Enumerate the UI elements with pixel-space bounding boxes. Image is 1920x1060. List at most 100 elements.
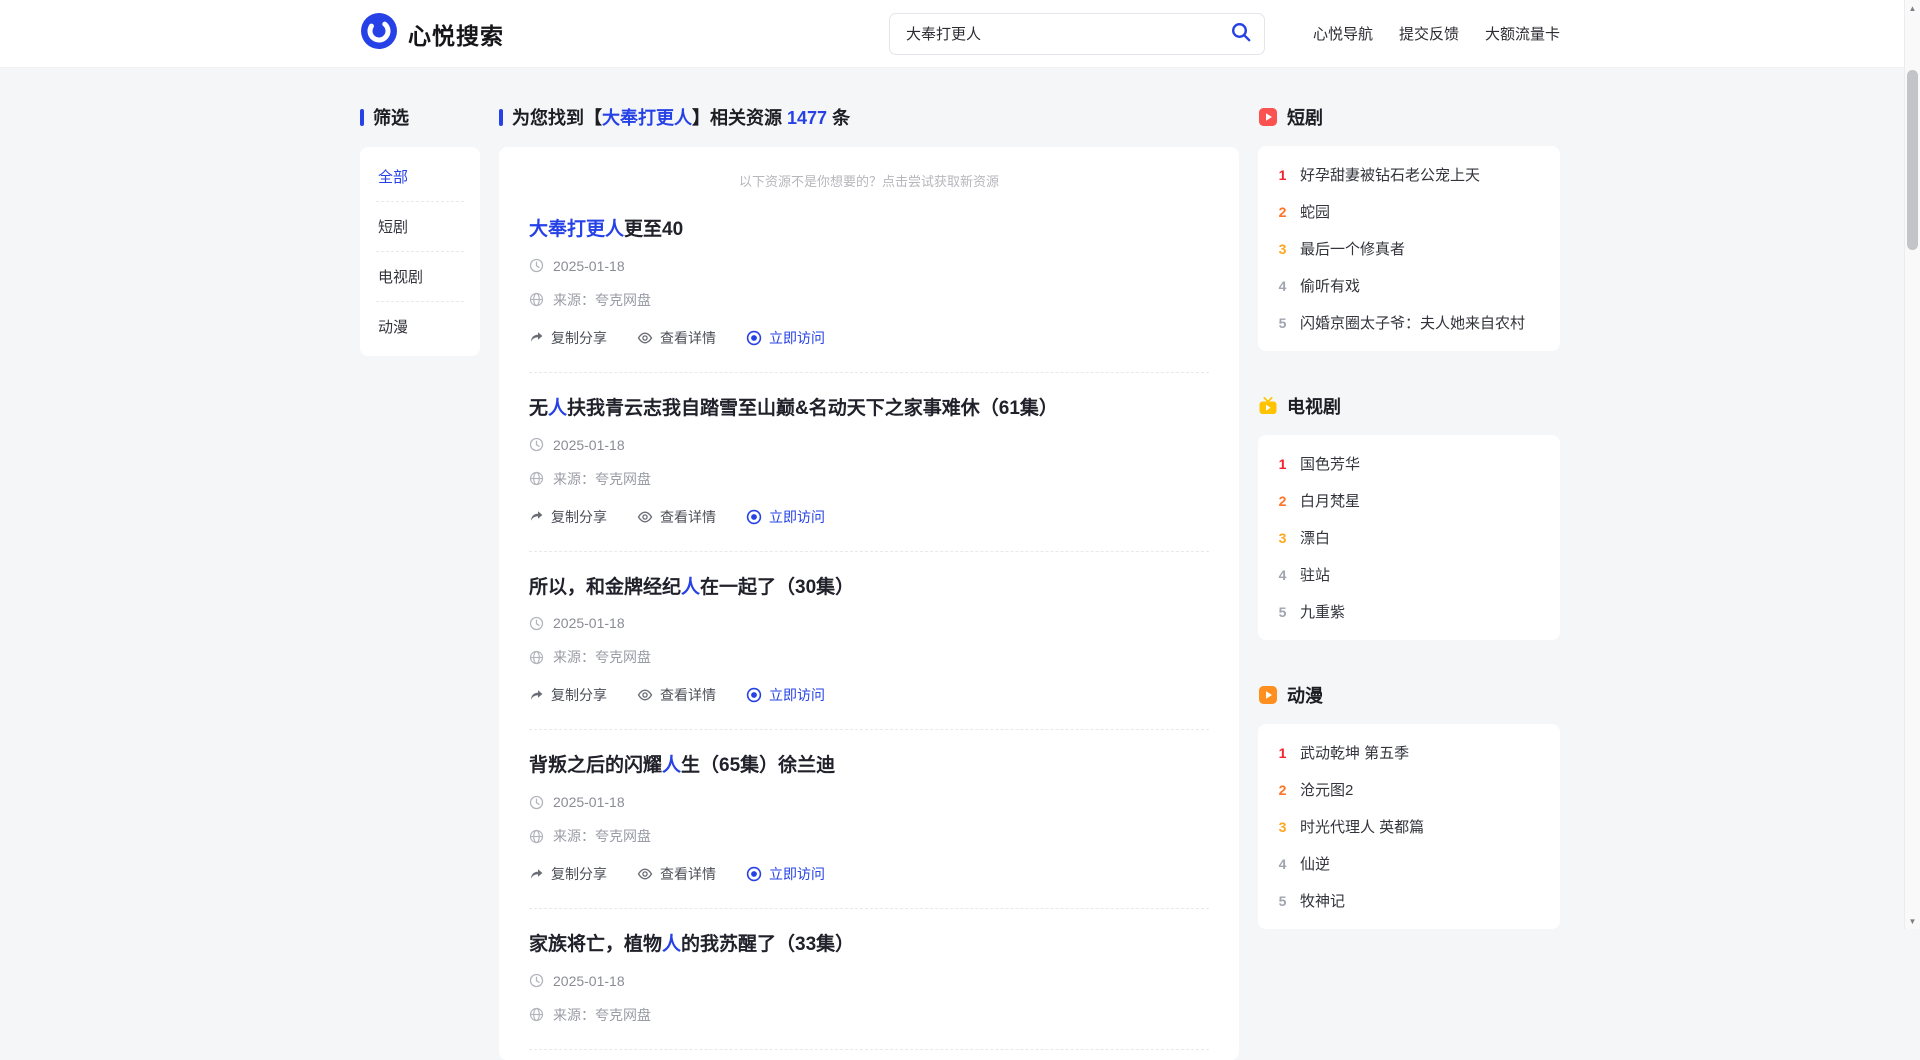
copy-share-button[interactable]: 复制分享 <box>529 864 607 884</box>
logo-icon <box>360 12 398 55</box>
clock-icon <box>529 973 544 988</box>
search-button[interactable] <box>1223 17 1259 51</box>
scroll-thumb[interactable] <box>1907 70 1918 250</box>
result-title[interactable]: 大奉打更人更至40 <box>529 218 1209 242</box>
shortdrama-play-icon <box>1258 107 1278 127</box>
section-title: 电视剧 <box>1258 393 1560 419</box>
summary-keyword: 大奉打更人 <box>602 108 692 128</box>
keyword-highlight: 人 <box>662 934 681 955</box>
summary-count: 1477 <box>787 108 827 128</box>
view-detail-button[interactable]: 查看详情 <box>637 864 716 884</box>
target-icon <box>746 687 762 703</box>
filter-item-all[interactable]: 全部 <box>376 152 464 202</box>
globe-icon <box>529 292 544 307</box>
eye-icon <box>637 509 653 525</box>
target-icon <box>746 866 762 882</box>
rank-item[interactable]: 3漂白 <box>1276 519 1542 556</box>
clock-icon <box>529 616 544 631</box>
rank-item[interactable]: 5闪婚京圈太子爷：夫人她来自农村 <box>1276 304 1542 341</box>
result-actions: 复制分享 查看详情 立即访问 <box>529 507 1209 527</box>
top-nav: 心悦导航 提交反馈 大额流量卡 <box>1313 23 1560 44</box>
result-title[interactable]: 家族将亡，植物人的我苏醒了（33集） <box>529 933 1209 957</box>
result-item: 所以，和金牌经纪人在一起了（30集） 2025-01-18 来源：夸克网盘 复制… <box>529 552 1209 731</box>
keyword-highlight: 人 <box>681 577 700 598</box>
eye-icon <box>637 687 653 703</box>
filter-item-tvseries[interactable]: 电视剧 <box>376 252 464 302</box>
rank-item[interactable]: 2白月梵星 <box>1276 482 1542 519</box>
nav-link-xinyue-nav[interactable]: 心悦导航 <box>1313 23 1373 44</box>
result-actions: 复制分享 查看详情 立即访问 <box>529 685 1209 705</box>
globe-icon <box>529 650 544 665</box>
share-icon <box>529 330 544 345</box>
result-title[interactable]: 背叛之后的闪耀人生（65集）徐兰迪 <box>529 754 1209 778</box>
result-date: 2025-01-18 <box>529 615 1209 631</box>
result-source: 来源：夸克网盘 <box>529 1005 1209 1025</box>
copy-share-button[interactable]: 复制分享 <box>529 685 607 705</box>
results-card: 以下资源不是你想要的？点击尝试获取新资源 大奉打更人更至40 2025-01-1… <box>499 147 1239 1060</box>
share-icon <box>529 867 544 882</box>
visit-now-button[interactable]: 立即访问 <box>746 328 825 348</box>
result-date: 2025-01-18 <box>529 973 1209 989</box>
section-title-text: 短剧 <box>1287 104 1323 130</box>
filter-item-shortdrama[interactable]: 短剧 <box>376 202 464 252</box>
result-source: 来源：夸克网盘 <box>529 469 1209 489</box>
keyword-highlight: 人 <box>548 398 567 419</box>
ranking-sidebar: 短剧 1好孕甜妻被钻石老公宠上天 2蛇园 3最后一个修真者 4偷听有戏 5闪婚京… <box>1258 104 1560 971</box>
rank-item[interactable]: 4偷听有戏 <box>1276 267 1542 304</box>
result-source: 来源：夸克网盘 <box>529 290 1209 310</box>
section-anime: 动漫 1武动乾坤 第五季 2沧元图2 3时光代理人 英都篇 4仙逆 5牧神记 <box>1258 682 1560 929</box>
rank-item[interactable]: 3最后一个修真者 <box>1276 230 1542 267</box>
rank-item[interactable]: 5牧神记 <box>1276 882 1542 919</box>
logo[interactable]: 心悦搜索 <box>360 12 504 55</box>
anime-play-icon <box>1258 685 1278 705</box>
rank-item[interactable]: 1好孕甜妻被钻石老公宠上天 <box>1276 156 1542 193</box>
rank-item[interactable]: 5九重紫 <box>1276 593 1542 630</box>
view-detail-button[interactable]: 查看详情 <box>637 685 716 705</box>
nav-link-feedback[interactable]: 提交反馈 <box>1399 23 1459 44</box>
copy-share-button[interactable]: 复制分享 <box>529 507 607 527</box>
visit-now-button[interactable]: 立即访问 <box>746 507 825 527</box>
results-main: 为您找到【大奉打更人】相关资源 1477 条 以下资源不是你想要的？点击尝试获取… <box>499 104 1239 1060</box>
view-detail-button[interactable]: 查看详情 <box>637 507 716 527</box>
section-title: 动漫 <box>1258 682 1560 708</box>
filter-title-text: 筛选 <box>373 104 409 130</box>
rank-item[interactable]: 2沧元图2 <box>1276 771 1542 808</box>
search-input[interactable] <box>889 13 1265 55</box>
visit-now-button[interactable]: 立即访问 <box>746 864 825 884</box>
filter-item-anime[interactable]: 动漫 <box>376 302 464 351</box>
keyword-highlight: 人 <box>662 755 681 776</box>
results-summary: 为您找到【大奉打更人】相关资源 1477 条 <box>499 104 1239 130</box>
filter-title: 筛选 <box>360 104 480 130</box>
ranking-card: 1国色芳华 2白月梵星 3漂白 4驻站 5九重紫 <box>1258 435 1560 640</box>
rank-item[interactable]: 1国色芳华 <box>1276 445 1542 482</box>
result-actions: 复制分享 查看详情 立即访问 <box>529 864 1209 884</box>
ranking-card: 1武动乾坤 第五季 2沧元图2 3时光代理人 英都篇 4仙逆 5牧神记 <box>1258 724 1560 929</box>
filter-sidebar: 筛选 全部 短剧 电视剧 动漫 <box>360 104 480 356</box>
globe-icon <box>529 1007 544 1022</box>
section-title-text: 动漫 <box>1287 682 1323 708</box>
rank-item[interactable]: 4驻站 <box>1276 556 1542 593</box>
result-date: 2025-01-18 <box>529 258 1209 274</box>
logo-text: 心悦搜索 <box>408 17 504 51</box>
result-title[interactable]: 所以，和金牌经纪人在一起了（30集） <box>529 576 1209 600</box>
scroll-up-arrow[interactable]: ▲ <box>1905 0 1920 16</box>
header: 心悦搜索 心悦导航 提交反馈 大额流量卡 <box>0 0 1920 68</box>
refresh-resources-link[interactable]: 以下资源不是你想要的？点击尝试获取新资源 <box>529 149 1209 194</box>
scroll-down-arrow[interactable]: ▼ <box>1905 913 1920 929</box>
view-detail-button[interactable]: 查看详情 <box>637 328 716 348</box>
results-summary-text: 为您找到【大奉打更人】相关资源 1477 条 <box>512 104 850 130</box>
result-title[interactable]: 无人扶我青云志我自踏雪至山巅&名动天下之家事难休（61集） <box>529 397 1209 421</box>
result-date: 2025-01-18 <box>529 794 1209 810</box>
rank-item[interactable]: 3时光代理人 英都篇 <box>1276 808 1542 845</box>
rank-item[interactable]: 1武动乾坤 第五季 <box>1276 734 1542 771</box>
ranking-card: 1好孕甜妻被钻石老公宠上天 2蛇园 3最后一个修真者 4偷听有戏 5闪婚京圈太子… <box>1258 146 1560 351</box>
globe-icon <box>529 829 544 844</box>
visit-now-button[interactable]: 立即访问 <box>746 685 825 705</box>
result-source: 来源：夸克网盘 <box>529 826 1209 846</box>
rank-item[interactable]: 4仙逆 <box>1276 845 1542 882</box>
rank-item[interactable]: 2蛇园 <box>1276 193 1542 230</box>
share-icon <box>529 509 544 524</box>
scrollbar[interactable]: ▲ ▼ <box>1904 0 1920 929</box>
copy-share-button[interactable]: 复制分享 <box>529 328 607 348</box>
nav-link-data-card[interactable]: 大额流量卡 <box>1485 23 1560 44</box>
